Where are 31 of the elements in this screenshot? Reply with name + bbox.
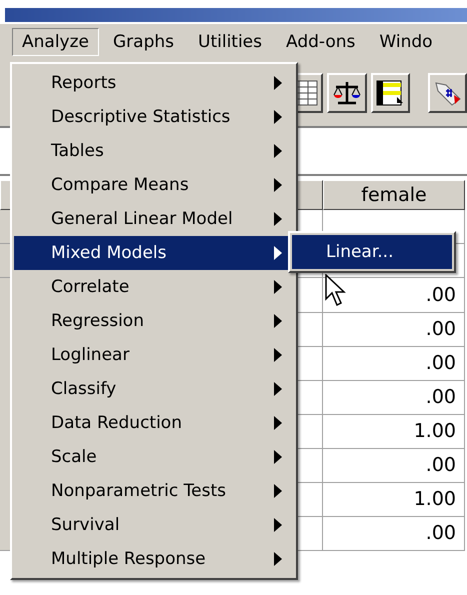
tag-icon[interactable] — [428, 73, 467, 113]
menu-item[interactable]: Correlate — [14, 270, 294, 304]
menu-item[interactable]: Descriptive Statistics — [14, 100, 294, 134]
menu-bar-item[interactable]: Add-ons — [276, 28, 366, 56]
menu-item[interactable]: Regression — [14, 304, 294, 338]
menu-item[interactable]: Compare Means — [14, 168, 294, 202]
menu-item[interactable]: Nonparametric Tests — [14, 474, 294, 508]
menu-item[interactable]: Tables — [14, 134, 294, 168]
table-cell: .00 — [323, 380, 465, 415]
menu-item[interactable]: General Linear Model — [14, 202, 294, 236]
table-cell: .00 — [323, 448, 465, 483]
menu-bar-item[interactable]: Utilities — [188, 28, 272, 56]
menu-item[interactable]: Scale — [14, 440, 294, 474]
table-cell: .00 — [323, 516, 465, 551]
menu-item[interactable]: Classify — [14, 372, 294, 406]
menu-item[interactable]: Reports — [14, 66, 294, 100]
menu-item[interactable]: Data Reduction — [14, 406, 294, 440]
table-select-icon[interactable] — [370, 73, 410, 113]
scale-icon[interactable] — [327, 73, 367, 113]
menu-bar-item[interactable]: Analyze — [12, 28, 99, 56]
column-header[interactable]: female — [323, 180, 465, 210]
table-cell: .00 — [323, 312, 465, 347]
menu-bar-item[interactable]: Windo — [369, 28, 443, 56]
table-cell: 1.00 — [323, 482, 465, 517]
menu-item[interactable]: Linear... — [292, 235, 452, 269]
menu-item[interactable]: Multiple Response — [14, 542, 294, 576]
table-cell: .00 — [323, 346, 465, 381]
menu-item[interactable]: Survival — [14, 508, 294, 542]
menu-bar-item[interactable]: Graphs — [103, 28, 184, 56]
table-cell: 1.00 — [323, 414, 465, 449]
menu-item[interactable]: Loglinear — [14, 338, 294, 372]
